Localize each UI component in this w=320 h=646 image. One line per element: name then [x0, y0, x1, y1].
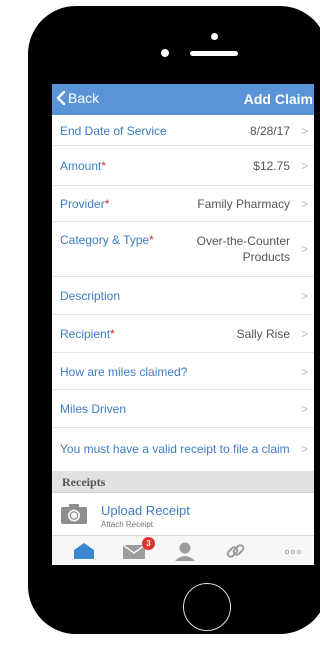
upload-receipt-title: Upload Receipt: [101, 503, 190, 518]
link-icon: [226, 544, 245, 558]
chevron-right-icon: >: [300, 159, 308, 173]
tab-links[interactable]: [220, 540, 250, 562]
row-provider[interactable]: Provider* Family Pharmacy >: [52, 186, 314, 222]
tab-more[interactable]: [278, 540, 308, 562]
row-description[interactable]: Description >: [52, 277, 314, 315]
row-label: Provider*: [60, 197, 110, 211]
claim-form-list: End Date of Service 8/28/17 > Amount* $1…: [52, 115, 314, 471]
row-amount[interactable]: Amount* $12.75 >: [52, 146, 314, 186]
row-recipient[interactable]: Recipient* Sally Rise >: [52, 315, 314, 353]
row-miles-claimed[interactable]: How are miles claimed? >: [52, 353, 314, 390]
row-label: Amount*: [60, 159, 107, 173]
row-label: Miles Driven: [60, 402, 127, 416]
chevron-right-icon: >: [300, 327, 308, 341]
row-value: Family Pharmacy: [197, 197, 290, 211]
row-label: Category & Type*: [60, 233, 154, 247]
chevron-right-icon: >: [300, 289, 308, 303]
chevron-right-icon: >: [300, 124, 308, 138]
row-category-type[interactable]: Category & Type* Over-the-Counter Product…: [52, 222, 314, 277]
row-label: End Date of Service: [60, 124, 167, 138]
front-camera-dot: [161, 49, 169, 57]
page-title: Add Claim: [243, 91, 313, 107]
receipts-section-header: Receipts: [52, 471, 314, 493]
upload-receipt-subtitle: Attach Receipt: [101, 520, 154, 529]
home-icon: [74, 543, 94, 559]
upload-receipt-button[interactable]: Upload Receipt Attach Receipt: [52, 493, 314, 535]
home-button[interactable]: [183, 583, 231, 631]
back-button[interactable]: Back: [56, 90, 99, 106]
row-label: How are miles claimed?: [60, 365, 188, 379]
app-screen: Back Add Claim End Date of Service 8/28/…: [52, 84, 314, 565]
row-receipt-requirement[interactable]: You must have a valid receipt to file a …: [52, 428, 314, 471]
tab-profile[interactable]: [170, 540, 200, 562]
row-label: Description: [60, 289, 121, 303]
chevron-right-icon: >: [300, 197, 308, 211]
chevron-right-icon: >: [300, 365, 308, 379]
row-label: You must have a valid receipt to file a …: [60, 442, 290, 456]
row-value: 8/28/17: [249, 124, 290, 138]
earpiece-speaker: [190, 51, 238, 56]
proximity-sensor-dot: [211, 33, 218, 40]
tab-bar: 3: [52, 535, 314, 565]
chevron-right-icon: >: [300, 442, 308, 456]
back-label: Back: [68, 90, 100, 106]
messages-badge: 3: [142, 537, 155, 550]
navigation-bar: Back Add Claim: [52, 84, 314, 115]
chevron-left-icon: [56, 91, 66, 105]
chevron-right-icon: >: [300, 242, 308, 256]
row-value: Over-the-Counter Products: [196, 234, 290, 264]
chevron-right-icon: >: [300, 402, 308, 416]
row-label: Recipient*: [60, 327, 115, 341]
row-value: Sally Rise: [236, 327, 290, 341]
row-miles-driven[interactable]: Miles Driven >: [52, 390, 314, 428]
more-dots-icon: [284, 549, 302, 555]
person-icon: [175, 542, 195, 561]
section-header-label: Receipts: [62, 475, 106, 489]
camera-icon: [61, 504, 87, 524]
tab-home[interactable]: [69, 540, 99, 562]
row-value: $12.75: [253, 159, 290, 173]
row-end-date-of-service[interactable]: End Date of Service 8/28/17 >: [52, 115, 314, 146]
